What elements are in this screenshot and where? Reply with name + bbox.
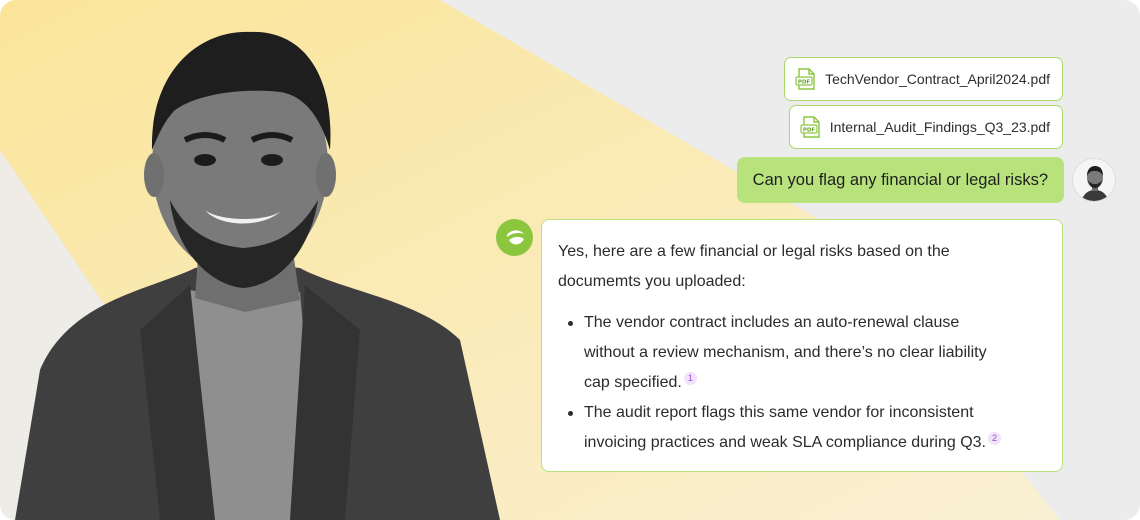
assistant-logo bbox=[496, 219, 533, 256]
pdf-file-icon: PDF bbox=[800, 116, 820, 138]
attachments-list: PDF TechVendor_Contract_April2024.pdf PD… bbox=[784, 57, 1063, 149]
bullet-line: invoicing practices and weak SLA complia… bbox=[584, 434, 986, 451]
chat-canvas: PDF TechVendor_Contract_April2024.pdf PD… bbox=[0, 0, 1140, 520]
list-item: The audit report flags this same vendor … bbox=[558, 398, 1046, 458]
pdf-file-icon: PDF bbox=[795, 68, 815, 90]
svg-text:PDF: PDF bbox=[798, 79, 811, 85]
attachment-chip[interactable]: PDF TechVendor_Contract_April2024.pdf bbox=[784, 57, 1063, 101]
user-message-row: Can you flag any financial or legal risk… bbox=[736, 157, 1116, 203]
citation-badge[interactable]: 2 bbox=[988, 431, 1001, 445]
leaf-logo-icon bbox=[506, 229, 524, 244]
risk-list: The vendor contract includes an auto-ren… bbox=[558, 308, 1046, 458]
user-message-bubble: Can you flag any financial or legal risk… bbox=[736, 157, 1064, 203]
bullet-line: cap specified. bbox=[584, 374, 682, 391]
citation-badge[interactable]: 1 bbox=[683, 371, 697, 385]
user-avatar[interactable] bbox=[1072, 158, 1116, 202]
intro-line: documemts you uploaded: bbox=[558, 273, 746, 290]
bullet-line: without a review mechanism, and there’s … bbox=[584, 344, 987, 361]
list-item: The vendor contract includes an auto-ren… bbox=[558, 308, 1046, 398]
intro-line: Yes, here are a few financial or legal r… bbox=[558, 243, 950, 260]
bullet-line: The vendor contract includes an auto-ren… bbox=[584, 314, 960, 331]
assistant-message-bubble: Yes, here are a few financial or legal r… bbox=[541, 219, 1063, 472]
user-message-text: Can you flag any financial or legal risk… bbox=[752, 170, 1048, 189]
user-avatar-icon bbox=[1073, 159, 1115, 201]
svg-text:PDF: PDF bbox=[803, 127, 816, 133]
assistant-intro: Yes, here are a few financial or legal r… bbox=[558, 237, 1046, 297]
attachment-filename: TechVendor_Contract_April2024.pdf bbox=[825, 71, 1050, 87]
attachment-filename: Internal_Audit_Findings_Q3_23.pdf bbox=[829, 119, 1050, 135]
person-portrait bbox=[15, 31, 500, 520]
bullet-line: The audit report flags this same vendor … bbox=[584, 404, 974, 421]
attachment-chip[interactable]: PDF Internal_Audit_Findings_Q3_23.pdf bbox=[788, 105, 1063, 149]
